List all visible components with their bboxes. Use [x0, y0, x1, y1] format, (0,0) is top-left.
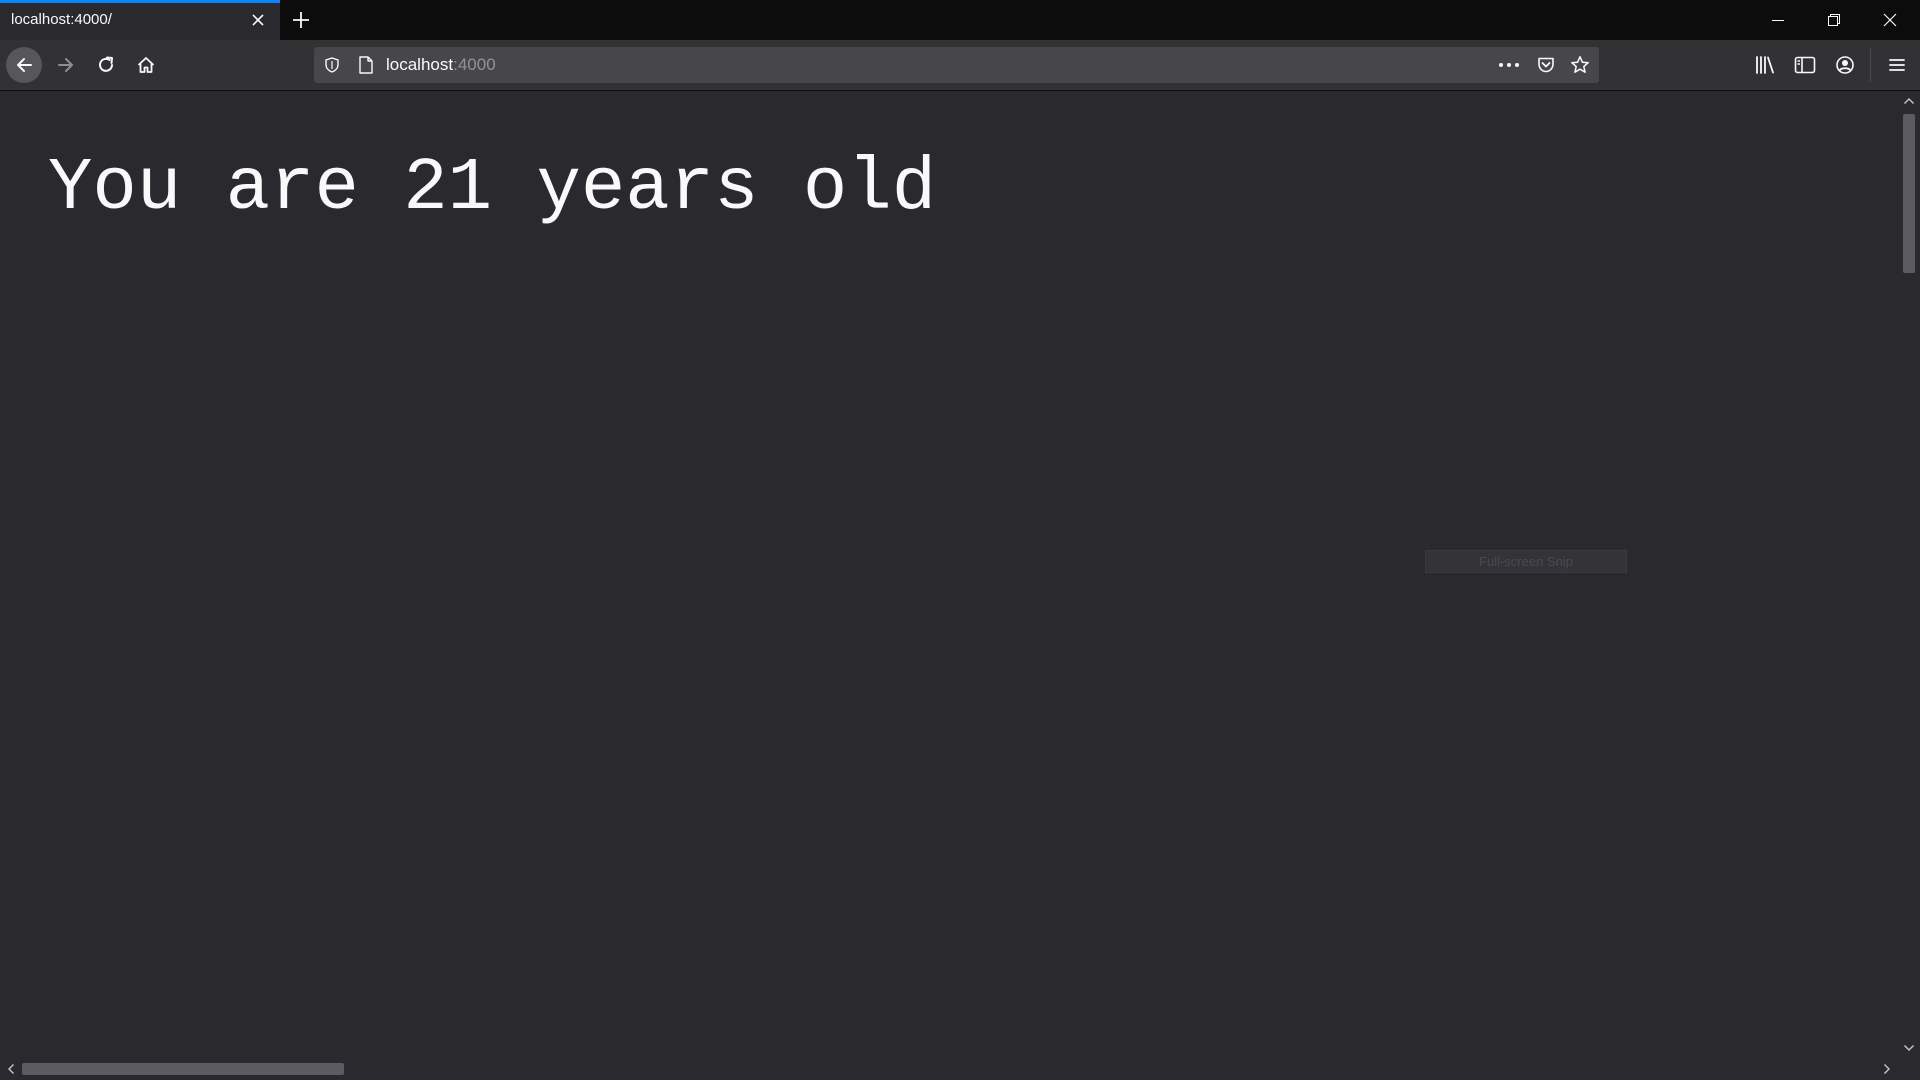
home-button[interactable] — [128, 47, 164, 83]
url-port: :4000 — [453, 55, 496, 74]
star-icon — [1571, 56, 1589, 73]
vertical-scrollbar-thumb[interactable] — [1903, 114, 1915, 273]
pocket-icon — [1538, 57, 1554, 73]
more-icon — [1499, 63, 1519, 67]
restore-button[interactable] — [1806, 0, 1862, 40]
scroll-up-button[interactable] — [1898, 91, 1920, 111]
vertical-scrollbar[interactable] — [1898, 91, 1920, 1058]
sidebar-icon — [1794, 56, 1816, 74]
address-bar[interactable]: localhost:4000 — [314, 47, 1599, 83]
chevron-left-icon — [8, 1064, 14, 1074]
library-icon — [1756, 56, 1774, 74]
scroll-left-button[interactable] — [0, 1059, 22, 1079]
arrow-left-icon — [17, 58, 32, 72]
new-tab-button[interactable] — [286, 5, 316, 35]
url-text[interactable]: localhost:4000 — [386, 55, 496, 75]
horizontal-scrollbar-thumb[interactable] — [22, 1063, 344, 1075]
close-icon — [252, 14, 264, 26]
close-icon — [1883, 13, 1897, 27]
snip-overlay-label: Full-screen Snip — [1425, 550, 1627, 573]
page-content: You are 21 years old Full-screen Snip — [0, 91, 1898, 1058]
scroll-down-button[interactable] — [1898, 1038, 1920, 1058]
tab-strip: localhost:4000/ — [0, 0, 1920, 40]
chevron-up-icon — [1904, 98, 1914, 104]
menu-button[interactable] — [1884, 52, 1910, 78]
toolbar-separator — [1870, 48, 1871, 82]
close-window-button[interactable] — [1862, 0, 1918, 40]
minimize-icon — [1772, 20, 1784, 21]
reload-icon — [99, 56, 113, 72]
page-actions-button[interactable] — [1498, 55, 1520, 75]
plus-icon — [293, 12, 309, 28]
pocket-button[interactable] — [1536, 55, 1556, 75]
chevron-right-icon — [1884, 1064, 1890, 1074]
chevron-down-icon — [1904, 1045, 1914, 1051]
scroll-right-button[interactable] — [1876, 1059, 1898, 1079]
navigation-toolbar: localhost:4000 — [0, 40, 1920, 91]
account-button[interactable] — [1832, 52, 1858, 78]
page-heading: You are 21 years old — [48, 147, 937, 231]
page-icon — [359, 56, 373, 74]
url-host: localhost — [386, 55, 454, 74]
restore-icon — [1828, 14, 1840, 26]
shield-icon — [325, 57, 339, 73]
home-icon — [137, 57, 155, 73]
tab-active-indicator — [0, 0, 280, 3]
sidebar-button[interactable] — [1792, 52, 1818, 78]
tracking-protection-button[interactable] — [322, 55, 342, 75]
reload-button[interactable] — [88, 47, 124, 83]
minimize-button[interactable] — [1750, 0, 1806, 40]
tab-active[interactable]: localhost:4000/ — [0, 0, 280, 40]
horizontal-scrollbar[interactable] — [0, 1058, 1920, 1080]
tab-title: localhost:4000/ — [11, 11, 112, 28]
page-info-button[interactable] — [356, 55, 376, 75]
arrow-right-icon — [58, 58, 73, 72]
back-button[interactable] — [6, 47, 42, 83]
tab-close-button[interactable] — [245, 7, 271, 33]
library-button[interactable] — [1752, 52, 1778, 78]
forward-button[interactable] — [48, 47, 84, 83]
bookmark-button[interactable] — [1570, 55, 1590, 75]
hamburger-menu-icon — [1889, 59, 1905, 71]
account-icon — [1836, 56, 1854, 74]
